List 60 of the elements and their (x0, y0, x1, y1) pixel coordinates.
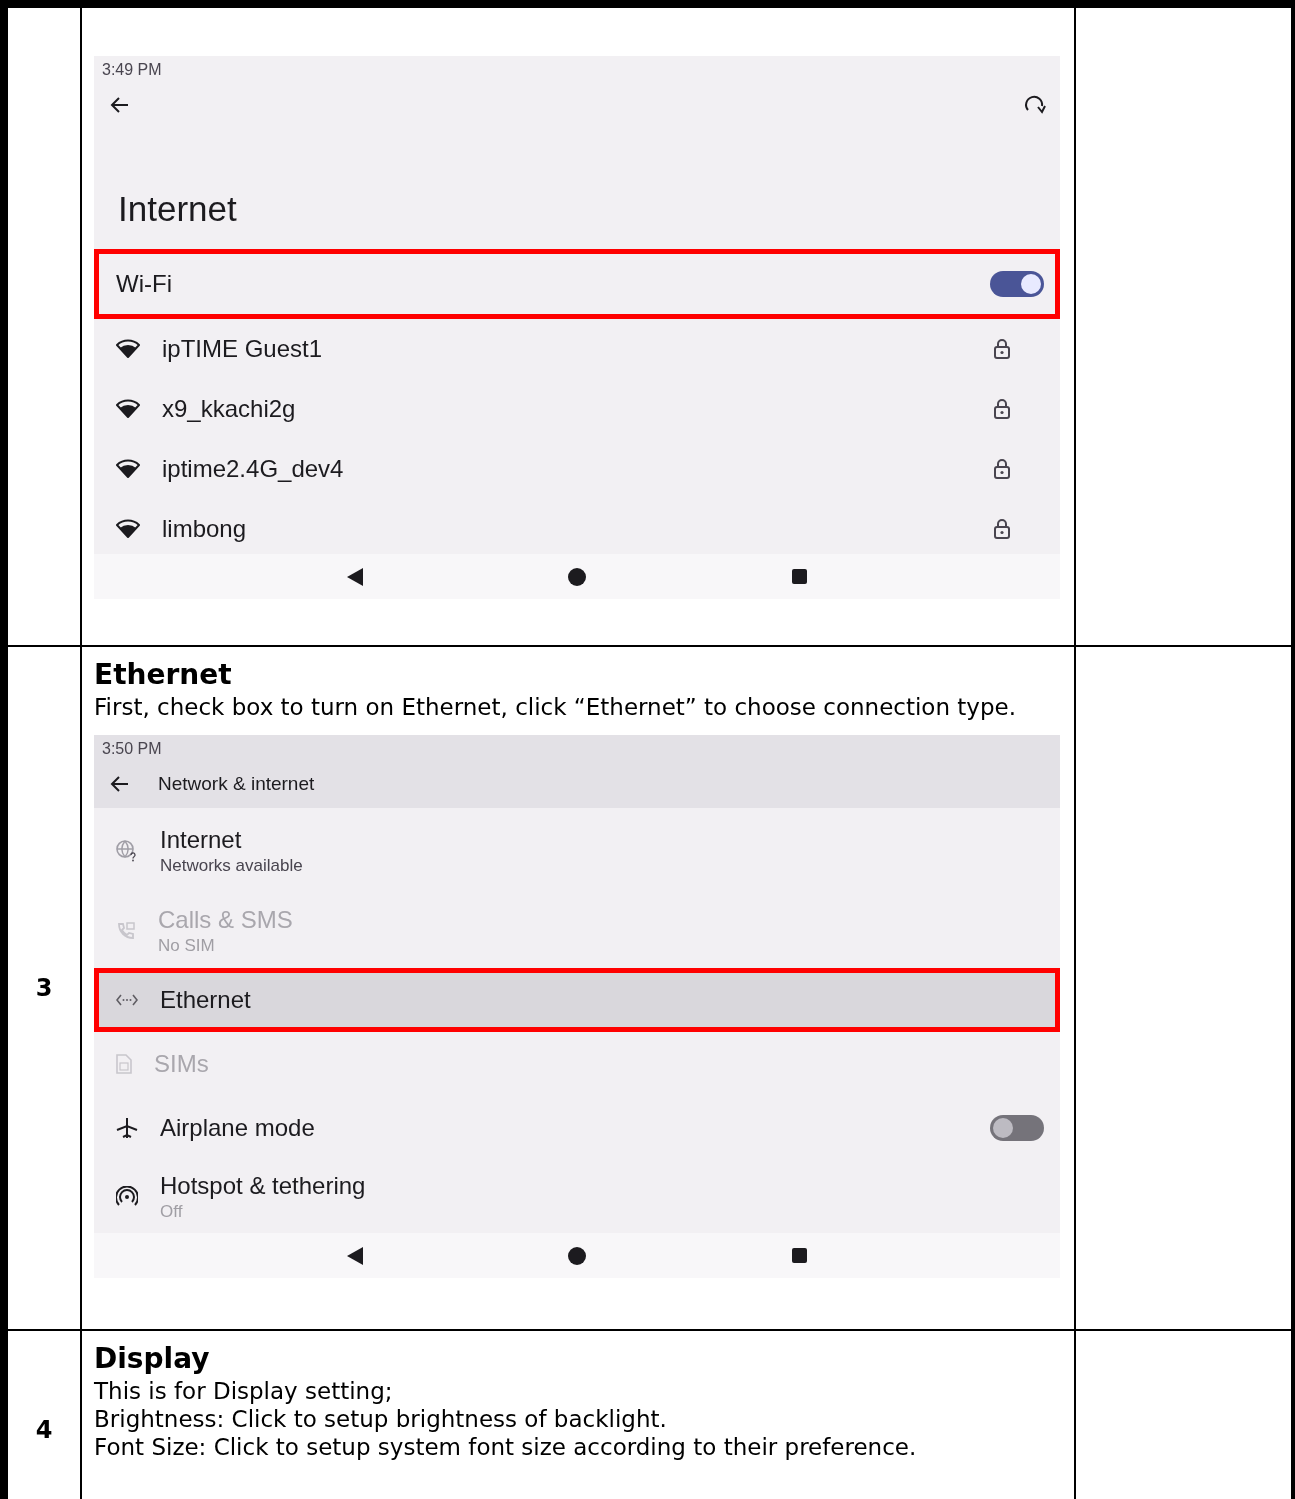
airplane-icon (116, 1117, 138, 1139)
network-name: limbong (162, 515, 248, 543)
settings-item[interactable]: Internet Networks available (94, 808, 1060, 894)
network-name: iptime2.4G_dev4 (162, 455, 345, 483)
item-title: Internet (160, 826, 243, 854)
refresh-icon[interactable] (1024, 94, 1046, 116)
back-arrow-icon[interactable] (110, 774, 130, 794)
home-circle-icon[interactable] (568, 567, 587, 586)
page-title: Internet (117, 188, 238, 230)
item-title: Hotspot & tethering (160, 1172, 367, 1200)
sim-card-icon (116, 1054, 132, 1074)
wifi-icon (116, 519, 140, 539)
description-text: This is for Display setting; (94, 1377, 394, 1405)
network-row[interactable]: limbong (94, 499, 1060, 554)
item-subtitle: Off (160, 1202, 184, 1222)
ethernet-icon (116, 993, 138, 1007)
description-text: Brightness: Click to setup brightness of backlight. (94, 1405, 668, 1433)
recents-square-icon[interactable] (792, 569, 808, 584)
toggle-switch[interactable] (990, 271, 1044, 297)
home-circle-icon[interactable] (568, 1246, 587, 1265)
item-subtitle: Networks available (160, 856, 304, 876)
globe-question-icon (116, 840, 138, 862)
wifi-toggle-row[interactable]: Wi-Fi (94, 249, 1060, 319)
network-row[interactable]: iptime2.4G_dev4 (94, 439, 1060, 499)
back-arrow-icon[interactable] (110, 95, 130, 115)
description-text: First, check box to turn on Ethernet, click “Ethernet” to choose connection type. (94, 693, 1017, 721)
network-name: ipTIME Guest1 (162, 335, 324, 363)
wifi-icon (116, 399, 140, 419)
toggle-switch[interactable] (990, 1115, 1044, 1141)
settings-item[interactable]: Ethernet (94, 968, 1060, 1032)
wifi-icon (116, 339, 140, 359)
network-name: x9_kkachi2g (162, 395, 297, 423)
settings-item[interactable]: Airplane mode (94, 1096, 1060, 1160)
row-label: Wi-Fi (116, 270, 173, 298)
row-number: 3 (35, 974, 53, 1002)
hotspot-icon (116, 1186, 138, 1208)
status-time: 3:50 PM (101, 739, 163, 759)
settings-item[interactable]: Hotspot & tethering Off (94, 1160, 1060, 1233)
row-number: 4 (35, 1416, 53, 1444)
network-row[interactable]: x9_kkachi2g (94, 379, 1060, 439)
lock-icon (994, 399, 1010, 419)
item-title: Calls & SMS (158, 906, 294, 934)
item-title: Ethernet (160, 986, 252, 1014)
section-heading: Ethernet (94, 657, 233, 693)
lock-icon (994, 519, 1010, 539)
wifi-icon (116, 459, 140, 479)
item-title: Airplane mode (160, 1114, 316, 1142)
section-heading: Display (94, 1341, 211, 1377)
item-subtitle: No SIM (158, 936, 216, 956)
status-time: 3:49 PM (101, 60, 163, 80)
lock-icon (994, 459, 1010, 479)
network-row[interactable]: ipTIME Guest1 (94, 319, 1060, 379)
recents-square-icon[interactable] (792, 1248, 808, 1263)
back-triangle-icon[interactable] (346, 1246, 363, 1265)
phone-icon (116, 921, 136, 941)
lock-icon (994, 339, 1010, 359)
description-text: Font Size: Click to setup system font size according to their preference. (94, 1433, 918, 1461)
item-title: SIMs (154, 1050, 210, 1078)
back-triangle-icon[interactable] (346, 567, 363, 586)
app-bar-title: Network & internet (158, 773, 315, 795)
